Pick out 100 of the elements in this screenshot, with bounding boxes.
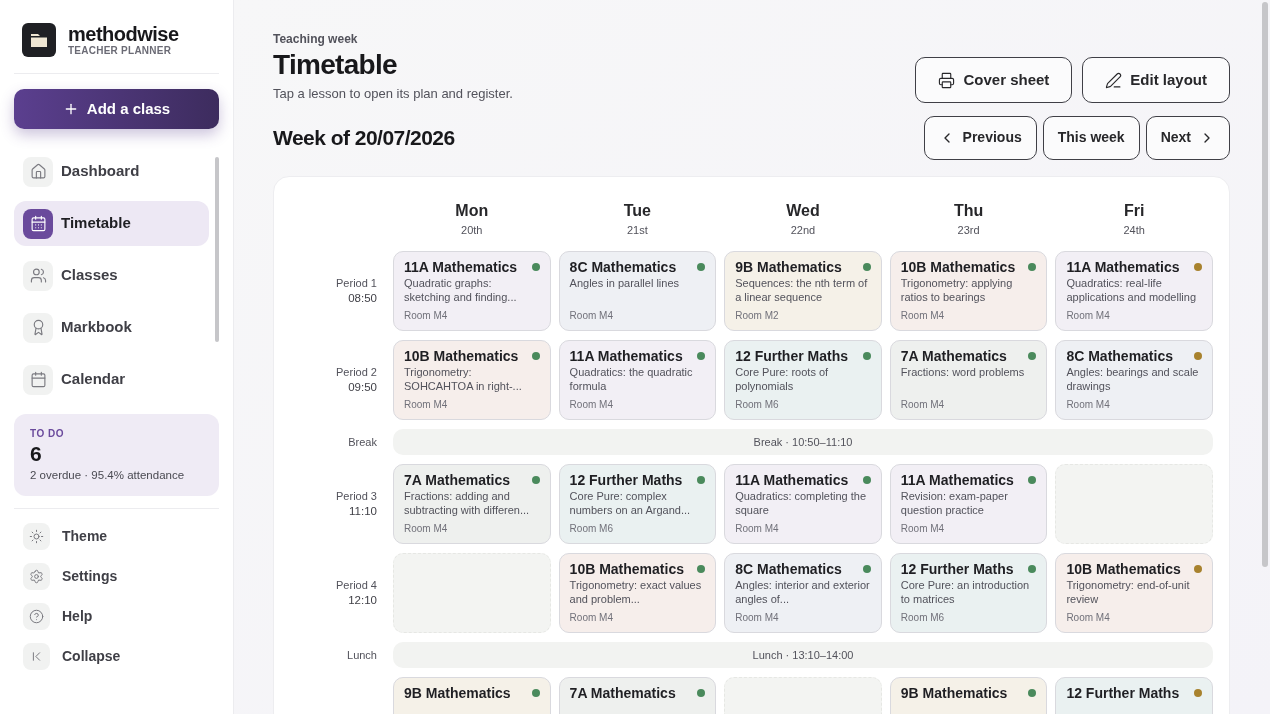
lesson-card[interactable]: 12 Further Maths Core Pure: complex numbers on an Argand... Room M6 [558, 464, 717, 544]
nav-label: Dashboard [61, 161, 140, 182]
day-name: Tue [623, 200, 651, 221]
lesson-class: 7A Mathematics [404, 471, 511, 489]
lesson-card[interactable]: 10B Mathematics Trigonometry: end-of-unit review Room M4 [1055, 553, 1213, 633]
lesson-topic: Quadratics: the quadratic formula [569, 366, 694, 393]
help-icon [29, 608, 44, 624]
lesson-topic: Angles: bearings and scale drawings [1066, 366, 1200, 393]
action-button[interactable]: Cover sheet [915, 57, 1073, 103]
lesson-card[interactable]: 12 Further Maths Core Pure: an introduction to matrices Room M6 [889, 553, 1048, 633]
lesson-card[interactable]: 10B Mathematics Trigonometry: applying ratios to bearings Room M4 [889, 251, 1048, 331]
nav-item[interactable]: Classes [14, 253, 209, 298]
period-label: Period 2 [336, 365, 377, 379]
lesson-card[interactable]: 7A Mathematics Fractions: word problems Room M4 [889, 340, 1048, 420]
day-name: Wed [786, 200, 820, 221]
nav-item[interactable]: Dashboard [14, 149, 209, 194]
lesson-class: 11A Mathematics [735, 471, 849, 489]
lesson-room: Room M4 [900, 522, 946, 536]
week-nav-button[interactable]: Next [1145, 115, 1230, 160]
lesson-card[interactable]: 8C Mathematics Angles in parallel lines Room M4 [558, 251, 717, 331]
period-time: 09:50 [348, 380, 377, 395]
lesson-card[interactable]: 7A Mathematics [558, 677, 717, 714]
lesson-topic: Trigonometry: exact values and problem... [569, 579, 703, 606]
nav-item[interactable]: Timetable [14, 201, 209, 246]
todo-card[interactable]: TO DO 6 2 overdue · 95.4% attendance [14, 414, 219, 497]
lesson-card[interactable]: 9B Mathematics [889, 677, 1048, 714]
lesson-class: 11A Mathematics [404, 258, 518, 276]
lesson-class: 11A Mathematics [1066, 258, 1180, 276]
lesson-room: Room M4 [1066, 398, 1111, 412]
lesson-class: 12 Further Maths [900, 560, 1014, 578]
nav-label: Timetable [61, 213, 131, 234]
lesson-card[interactable]: 9B Mathematics Sequences: the nth term of a linear sequence Room M2 [724, 251, 882, 331]
lesson-room: Room M4 [1066, 611, 1111, 625]
lesson-card[interactable]: 7A Mathematics Fractions: adding and subtracting with differen... Room M4 [393, 464, 551, 544]
lesson-room: Room M4 [900, 398, 946, 412]
week-nav-button[interactable]: Previous [923, 115, 1037, 160]
settings-icon [29, 568, 44, 584]
lesson-card[interactable]: 11A Mathematics Quadratics: real-life applications and modelling Room M4 [1055, 251, 1213, 331]
lesson-card[interactable]: 11A Mathematics Revision: exam-paper question practice Room M4 [889, 464, 1048, 544]
pen-icon [1105, 71, 1123, 89]
lesson-class: 8C Mathematics [1066, 347, 1173, 365]
lesson-class: 9B Mathematics [735, 258, 842, 276]
day-date: 23rd [957, 222, 980, 238]
lesson-card[interactable]: 9B Mathematics [393, 677, 551, 714]
nav-item[interactable]: Markbook [14, 305, 209, 350]
lesson-class: 11A Mathematics [900, 471, 1014, 489]
day-date: 22nd [790, 222, 816, 238]
lesson-room: Room M4 [404, 522, 449, 536]
footer-nav-item[interactable]: Theme [14, 519, 219, 554]
lesson-topic: Trigonometry: end-of-unit review [1066, 579, 1191, 606]
lesson-class: 10B Mathematics [900, 258, 1016, 276]
lesson-room: Room M4 [900, 309, 946, 323]
lesson-class: 10B Mathematics [1066, 560, 1181, 578]
lesson-room: Room M6 [900, 611, 946, 625]
lesson-topic: Core Pure: an introduction to matrices [900, 579, 1031, 606]
lesson-class: 8C Mathematics [569, 258, 677, 276]
lesson-class: 12 Further Maths [735, 347, 848, 365]
lesson-topic: Quadratic graphs: sketching and finding... [404, 277, 518, 304]
nav-label: Theme [62, 526, 108, 546]
lesson-class: 10B Mathematics [569, 560, 684, 578]
footer-nav-item[interactable]: Help [14, 599, 219, 634]
lesson-card[interactable]: 12 Further Maths Core Pure: roots of polynomials Room M6 [724, 340, 882, 420]
lesson-card[interactable]: 11A Mathematics Quadratic graphs: sketching and finding... Room M4 [393, 251, 551, 331]
lesson-card[interactable]: 11A Mathematics Quadratics: completing the square Room M4 [724, 464, 882, 544]
day-date: 20th [461, 222, 483, 238]
break-bar: Lunch · 13:10–14:00 [393, 642, 1213, 668]
add-class-button[interactable]: Add a class [14, 89, 219, 129]
lesson-card[interactable]: 10B Mathematics Trigonometry: exact values and problem... Room M4 [558, 553, 717, 633]
lesson-topic: Trigonometry: applying ratios to bearings [900, 277, 1014, 304]
lesson-topic: Angles: interior and exterior angles of... [735, 579, 871, 606]
day-date: 24th [1123, 222, 1145, 238]
lesson-card[interactable]: 12 Further Maths [1055, 677, 1213, 714]
lesson-card[interactable]: 8C Mathematics Angles: interior and exterior angles of... Room M4 [724, 553, 882, 633]
week-nav-button[interactable]: This week [1042, 115, 1140, 160]
footer-nav-item[interactable]: Settings [14, 559, 219, 594]
nav-label: Collapse [62, 646, 121, 666]
brand-tagline: TEACHER PLANNER [68, 45, 173, 57]
lesson-class: 11A Mathematics [569, 347, 683, 365]
nav-label: Calendar [61, 369, 126, 390]
period-time: 08:50 [348, 291, 377, 306]
break-label: Lunch [346, 647, 378, 663]
lesson-room: Room M4 [569, 309, 614, 323]
nav-item[interactable]: Calendar [14, 357, 209, 399]
action-button[interactable]: Edit layout [1082, 57, 1230, 103]
lesson-topic: Fractions: word problems [900, 366, 1026, 380]
todo-label: TO DO [30, 427, 65, 441]
lesson-room: Room M6 [569, 522, 614, 536]
lesson-card[interactable]: 8C Mathematics Angles: bearings and scale drawings Room M4 [1055, 340, 1213, 420]
footer-nav-item[interactable]: Collapse [14, 639, 219, 674]
lesson-card[interactable]: 11A Mathematics Quadratics: the quadratic formula Room M4 [558, 340, 717, 420]
lesson-class: 9B Mathematics [900, 684, 1008, 702]
brand-name: methodwise [68, 23, 179, 45]
lesson-room: Room M4 [404, 309, 449, 323]
lesson-topic: Quadratics: real-life applications and modelling [1066, 277, 1198, 304]
sun-icon [29, 528, 44, 544]
home-icon [29, 163, 47, 180]
lesson-topic: Core Pure: roots of polynomials [735, 366, 830, 393]
lesson-room: Room M2 [735, 309, 780, 323]
lesson-card[interactable]: 10B Mathematics Trigonometry: SOHCAHTOA in right-... Room M4 [393, 340, 551, 420]
users-icon [29, 267, 47, 284]
